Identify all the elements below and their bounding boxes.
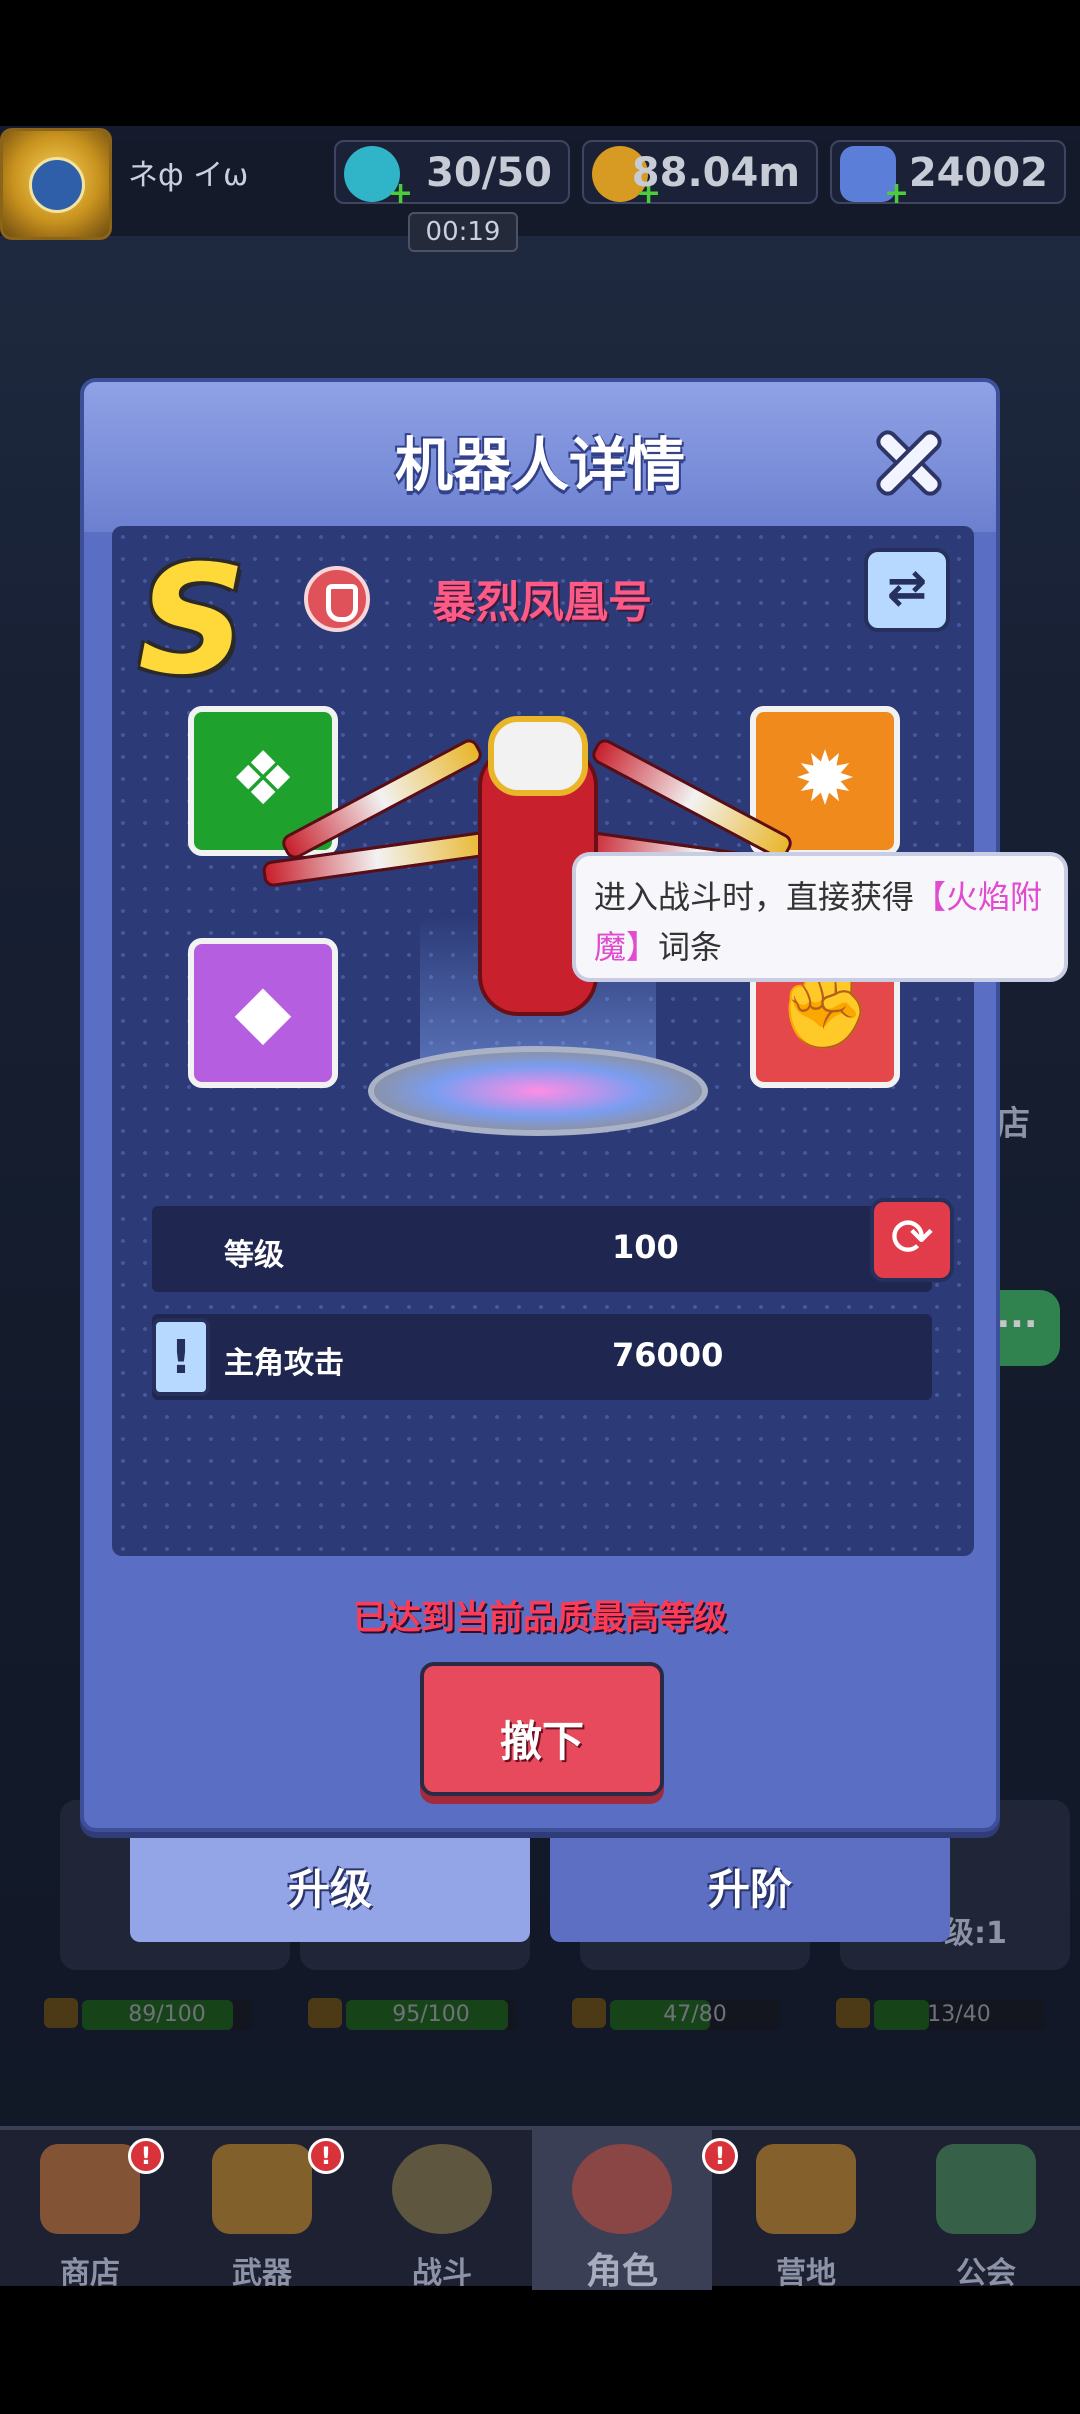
tab-advance-label: 升阶 — [707, 1865, 792, 1914]
notification-badge: ! — [308, 2138, 344, 2174]
skill-slot-crystal[interactable]: ◆ — [188, 938, 338, 1088]
shop-icon — [40, 2144, 140, 2234]
gun-icon — [212, 2144, 312, 2234]
nav-label: 公会 — [956, 2256, 1016, 2291]
camp-icon — [756, 2144, 856, 2234]
shield-icon[interactable] — [304, 566, 370, 632]
swap-arrows-icon: ⇄ — [886, 560, 928, 616]
stat-label: 等级 — [224, 1238, 284, 1273]
coins-resource[interactable]: + 88.04m — [582, 140, 818, 211]
character-icon — [572, 2144, 672, 2234]
close-button[interactable] — [864, 418, 954, 508]
tab-upgrade[interactable]: 升级 — [130, 1826, 530, 1942]
nav-guild[interactable]: 公会 — [896, 2130, 1076, 2291]
nav-label: 商店 — [60, 2256, 120, 2291]
refresh-icon: ⟳ — [890, 1208, 934, 1268]
nav-label: 武器 — [232, 2256, 292, 2291]
crystal-icon: ◆ — [234, 968, 292, 1054]
nav-label: 战斗 — [412, 2256, 472, 2291]
guild-icon — [936, 2144, 1036, 2234]
stat-row-level: 等级 100 — [152, 1206, 932, 1292]
stat-value: 100 — [612, 1228, 679, 1266]
max-level-message: 已达到当前品质最高等级 — [353, 1598, 727, 1638]
tab-upgrade-label: 升级 — [287, 1865, 372, 1914]
robot-head — [488, 716, 588, 796]
nav-label: 营地 — [776, 2256, 836, 2291]
robot-info-panel: S 暴烈凤凰号 ⇄ ❖ ✹ ◆ ✊ 等级 100 ⟳ ! 主角攻击 76000 — [112, 526, 974, 1556]
stat-row-attack: ! 主角攻击 76000 — [152, 1314, 932, 1400]
player-avatar[interactable] — [0, 128, 112, 240]
withdraw-label: 撤下 — [499, 1717, 584, 1766]
stamina-timer: 00:19 — [408, 212, 518, 252]
armor-emblem-icon: ❖ — [229, 736, 297, 822]
tooltip-suffix: 词条 — [658, 928, 723, 966]
stamina-resource[interactable]: + 30/50 — [334, 140, 570, 211]
add-gems-icon[interactable]: + — [884, 176, 909, 211]
coins-value: 88.04m — [631, 150, 800, 196]
nav-camp[interactable]: 营地 — [716, 2130, 896, 2291]
gems-value: 24002 — [908, 150, 1048, 196]
withdraw-button[interactable]: 撤下 — [420, 1662, 664, 1796]
nav-character[interactable]: 角色 — [532, 2130, 712, 2292]
skill-tooltip: 进入战斗时，直接获得【火焰附魔】词条 — [572, 852, 1068, 982]
gear-icon — [392, 2144, 492, 2234]
reset-button[interactable]: ⟳ — [870, 1198, 954, 1282]
nav-battle[interactable]: 战斗 — [352, 2130, 532, 2291]
info-icon[interactable]: ! — [152, 1318, 210, 1396]
bottom-nav: 商店 ! 武器 ! 战斗 角色 ! 营地 公会 — [0, 2126, 1080, 2292]
bg-shop-label-partial: 店 — [996, 1104, 1030, 1144]
swap-robot-button[interactable]: ⇄ — [864, 548, 950, 632]
robot-detail-modal: 机器人详情 S 暴烈凤凰号 ⇄ ❖ ✹ ◆ ✊ 等级 100 ⟳ ! 主角攻击 … — [80, 378, 1000, 1832]
fire-bullet-icon: ✹ — [793, 736, 856, 822]
robot-name: 暴烈凤凰号 — [432, 577, 652, 628]
modal-title: 机器人详情 — [394, 431, 685, 499]
tooltip-prefix: 进入战斗时，直接获得 — [594, 878, 915, 916]
stat-label: 主角攻击 — [224, 1346, 344, 1381]
add-stamina-icon[interactable]: + — [388, 176, 413, 211]
nav-label: 角色 — [585, 2251, 658, 2292]
rank-badge: S — [138, 534, 247, 708]
notification-badge: ! — [128, 2138, 164, 2174]
gems-resource[interactable]: + 24002 — [830, 140, 1066, 211]
stat-value: 76000 — [612, 1336, 724, 1374]
tab-advance[interactable]: 升阶 — [550, 1826, 950, 1942]
stamina-value: 30/50 — [426, 150, 552, 196]
display-platform — [368, 1046, 708, 1136]
bg-card-level-partial: 级:1 — [944, 1916, 1007, 1951]
player-name: ネф イω — [128, 158, 249, 193]
